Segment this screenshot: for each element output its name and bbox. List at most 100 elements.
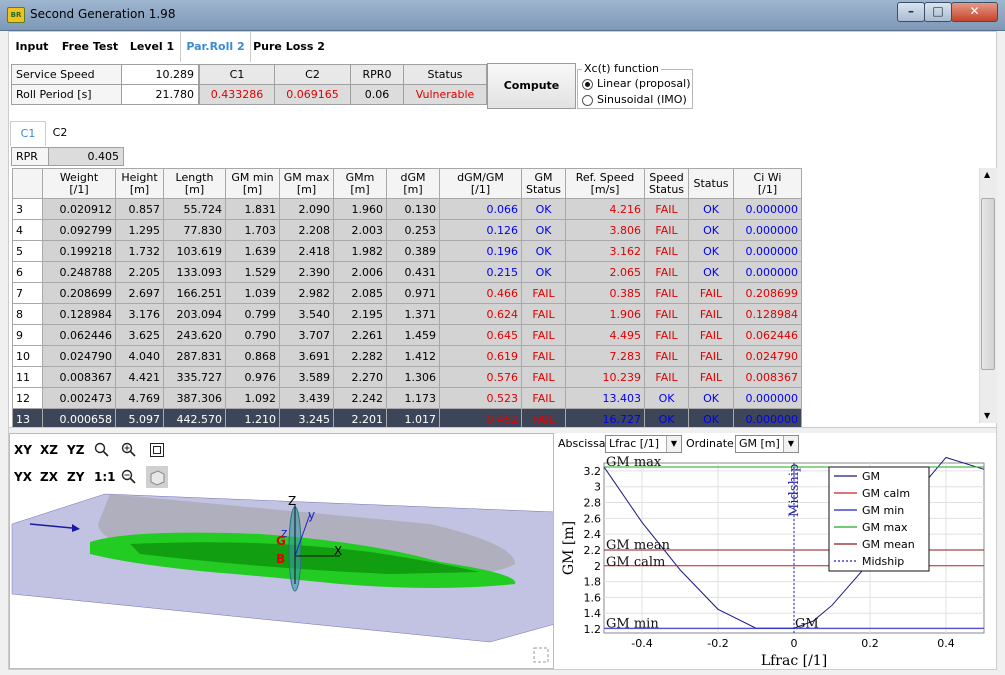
table-cell[interactable]: FAIL bbox=[644, 366, 689, 388]
table-row[interactable]: 5 0.199218 1.732 103.619 1.639 2.418 1.982 0.38… bbox=[12, 240, 802, 262]
table-cell[interactable]: 1.960 bbox=[333, 198, 387, 220]
table-cell[interactable]: 0.389 bbox=[386, 240, 440, 262]
table-cell[interactable]: 2.195 bbox=[333, 303, 387, 325]
table-row[interactable]: 7 0.208699 2.697 166.251 1.039 2.982 2.085 0.97… bbox=[12, 282, 802, 304]
table-cell[interactable]: 0.000000 bbox=[733, 240, 802, 262]
table-cell[interactable]: 13.403 bbox=[565, 387, 645, 409]
table-cell[interactable]: 0.000000 bbox=[733, 219, 802, 241]
maximize-button[interactable]: □ bbox=[924, 2, 952, 22]
table-cell[interactable]: 103.619 bbox=[163, 240, 226, 262]
table-cell[interactable]: 0.215 bbox=[439, 261, 522, 283]
table-scrollbar[interactable]: ▲ ▼ bbox=[979, 168, 997, 423]
table-cell[interactable]: 0.645 bbox=[439, 324, 522, 346]
compute-button[interactable]: Compute bbox=[487, 63, 576, 109]
table-cell[interactable]: 335.727 bbox=[163, 366, 226, 388]
table-cell[interactable]: 0.126 bbox=[439, 219, 522, 241]
column-header[interactable]: Weight [/1] bbox=[42, 168, 116, 199]
table-cell[interactable]: 3.589 bbox=[279, 366, 334, 388]
table-cell[interactable]: 4.421 bbox=[115, 366, 164, 388]
table-cell[interactable]: 9 bbox=[12, 324, 43, 346]
table-cell[interactable]: 0.024790 bbox=[733, 345, 802, 367]
table-row[interactable]: 12 0.002473 4.769 387.306 1.092 3.439 2.242 1.1… bbox=[12, 387, 802, 409]
table-cell[interactable]: 3.162 bbox=[565, 240, 645, 262]
table-cell[interactable]: 0.002473 bbox=[42, 387, 116, 409]
table-cell[interactable]: 0.128984 bbox=[733, 303, 802, 325]
table-cell[interactable]: 2.261 bbox=[333, 324, 387, 346]
table-row[interactable]: 6 0.248788 2.205 133.093 1.529 2.390 2.006 0.43… bbox=[12, 261, 802, 283]
scroll-up-icon[interactable]: ▲ bbox=[984, 170, 990, 179]
column-header[interactable]: Height [m] bbox=[115, 168, 164, 199]
table-cell[interactable]: 1.371 bbox=[386, 303, 440, 325]
abscissa-select[interactable]: Lfrac [/1] ▼ bbox=[605, 435, 682, 453]
table-cell[interactable]: 1.173 bbox=[386, 387, 440, 409]
table-cell[interactable]: 1.092 bbox=[225, 387, 280, 409]
table-cell[interactable]: 1.732 bbox=[115, 240, 164, 262]
tab-par-roll-2[interactable]: Par.Roll 2 bbox=[180, 32, 251, 63]
table-cell[interactable]: 0.128984 bbox=[42, 303, 116, 325]
table-cell[interactable]: 1.703 bbox=[225, 219, 280, 241]
table-cell[interactable]: 0.431 bbox=[386, 261, 440, 283]
table-cell[interactable]: 0.466 bbox=[439, 282, 522, 304]
table-cell[interactable]: 0.000000 bbox=[733, 387, 802, 409]
table-cell[interactable]: 2.242 bbox=[333, 387, 387, 409]
table-cell[interactable]: FAIL bbox=[644, 219, 689, 241]
table-cell[interactable]: 2.065 bbox=[565, 261, 645, 283]
table-cell[interactable]: 0.976 bbox=[225, 366, 280, 388]
table-cell[interactable]: 1.459 bbox=[386, 324, 440, 346]
table-cell[interactable]: 0.790 bbox=[225, 324, 280, 346]
table-row[interactable]: 10 0.024790 4.040 287.831 0.868 3.691 2.282 1.4… bbox=[12, 345, 802, 367]
table-row[interactable]: 9 0.062446 3.625 243.620 0.790 3.707 2.261 1.45… bbox=[12, 324, 802, 346]
table-cell[interactable]: 0.066 bbox=[439, 198, 522, 220]
table-cell[interactable]: 0.208699 bbox=[42, 282, 116, 304]
table-cell[interactable]: 1.529 bbox=[225, 261, 280, 283]
table-cell[interactable]: 1.982 bbox=[333, 240, 387, 262]
roll-period-field[interactable]: 21.780 bbox=[121, 84, 199, 105]
tab-c1[interactable]: C1 bbox=[10, 121, 46, 146]
table-row[interactable]: 11 0.008367 4.421 335.727 0.976 3.589 2.270 1.3… bbox=[12, 366, 802, 388]
table-cell[interactable]: FAIL bbox=[688, 282, 734, 304]
table-cell[interactable]: 1.906 bbox=[565, 303, 645, 325]
table-cell[interactable]: OK bbox=[644, 387, 689, 409]
table-cell[interactable]: 1.039 bbox=[225, 282, 280, 304]
column-header[interactable]: Ref. Speed [m/s] bbox=[565, 168, 645, 199]
column-header[interactable]: Length [m] bbox=[163, 168, 226, 199]
tab-level-1[interactable]: Level 1 bbox=[126, 32, 178, 62]
table-cell[interactable]: 166.251 bbox=[163, 282, 226, 304]
table-cell[interactable]: 4.216 bbox=[565, 198, 645, 220]
service-speed-field[interactable]: 10.289 bbox=[121, 64, 199, 85]
table-cell[interactable]: 0.130 bbox=[386, 198, 440, 220]
table-cell[interactable]: OK bbox=[688, 261, 734, 283]
table-cell[interactable]: FAIL bbox=[644, 303, 689, 325]
table-cell[interactable]: 2.697 bbox=[115, 282, 164, 304]
table-cell[interactable]: OK bbox=[688, 198, 734, 220]
table-cell[interactable]: 2.208 bbox=[279, 219, 334, 241]
table-cell[interactable]: FAIL bbox=[688, 303, 734, 325]
table-cell[interactable]: 6 bbox=[12, 261, 43, 283]
table-cell[interactable]: OK bbox=[688, 387, 734, 409]
table-cell[interactable]: FAIL bbox=[644, 324, 689, 346]
table-cell[interactable]: 2.270 bbox=[333, 366, 387, 388]
table-cell[interactable]: 3.540 bbox=[279, 303, 334, 325]
table-cell[interactable]: FAIL bbox=[688, 345, 734, 367]
ordinate-select[interactable]: GM [m] ▼ bbox=[735, 435, 799, 453]
radio-sinusoidal-label[interactable]: Sinusoidal (IMO) bbox=[597, 93, 687, 106]
table-cell[interactable]: 3.691 bbox=[279, 345, 334, 367]
table-row[interactable]: 3 0.020912 0.857 55.724 1.831 2.090 1.960 0.130… bbox=[12, 198, 802, 220]
radio-linear[interactable] bbox=[582, 79, 593, 90]
table-cell[interactable]: 0.385 bbox=[565, 282, 645, 304]
table-cell[interactable]: FAIL bbox=[688, 366, 734, 388]
table-cell[interactable]: 2.090 bbox=[279, 198, 334, 220]
table-cell[interactable]: 0.062446 bbox=[42, 324, 116, 346]
table-cell[interactable]: 0.857 bbox=[115, 198, 164, 220]
table-cell[interactable]: 12 bbox=[12, 387, 43, 409]
tab-free-test[interactable]: Free Test bbox=[59, 32, 121, 62]
column-header[interactable]: Speed Status bbox=[644, 168, 689, 199]
table-cell[interactable]: 2.418 bbox=[279, 240, 334, 262]
tab-c2[interactable]: C2 bbox=[43, 121, 77, 145]
table-cell[interactable]: 0.523 bbox=[439, 387, 522, 409]
column-header[interactable]: GM Status bbox=[521, 168, 566, 199]
table-cell[interactable]: 10 bbox=[12, 345, 43, 367]
table-cell[interactable]: FAIL bbox=[521, 345, 566, 367]
table-cell[interactable]: 4.040 bbox=[115, 345, 164, 367]
table-cell[interactable]: 0.253 bbox=[386, 219, 440, 241]
